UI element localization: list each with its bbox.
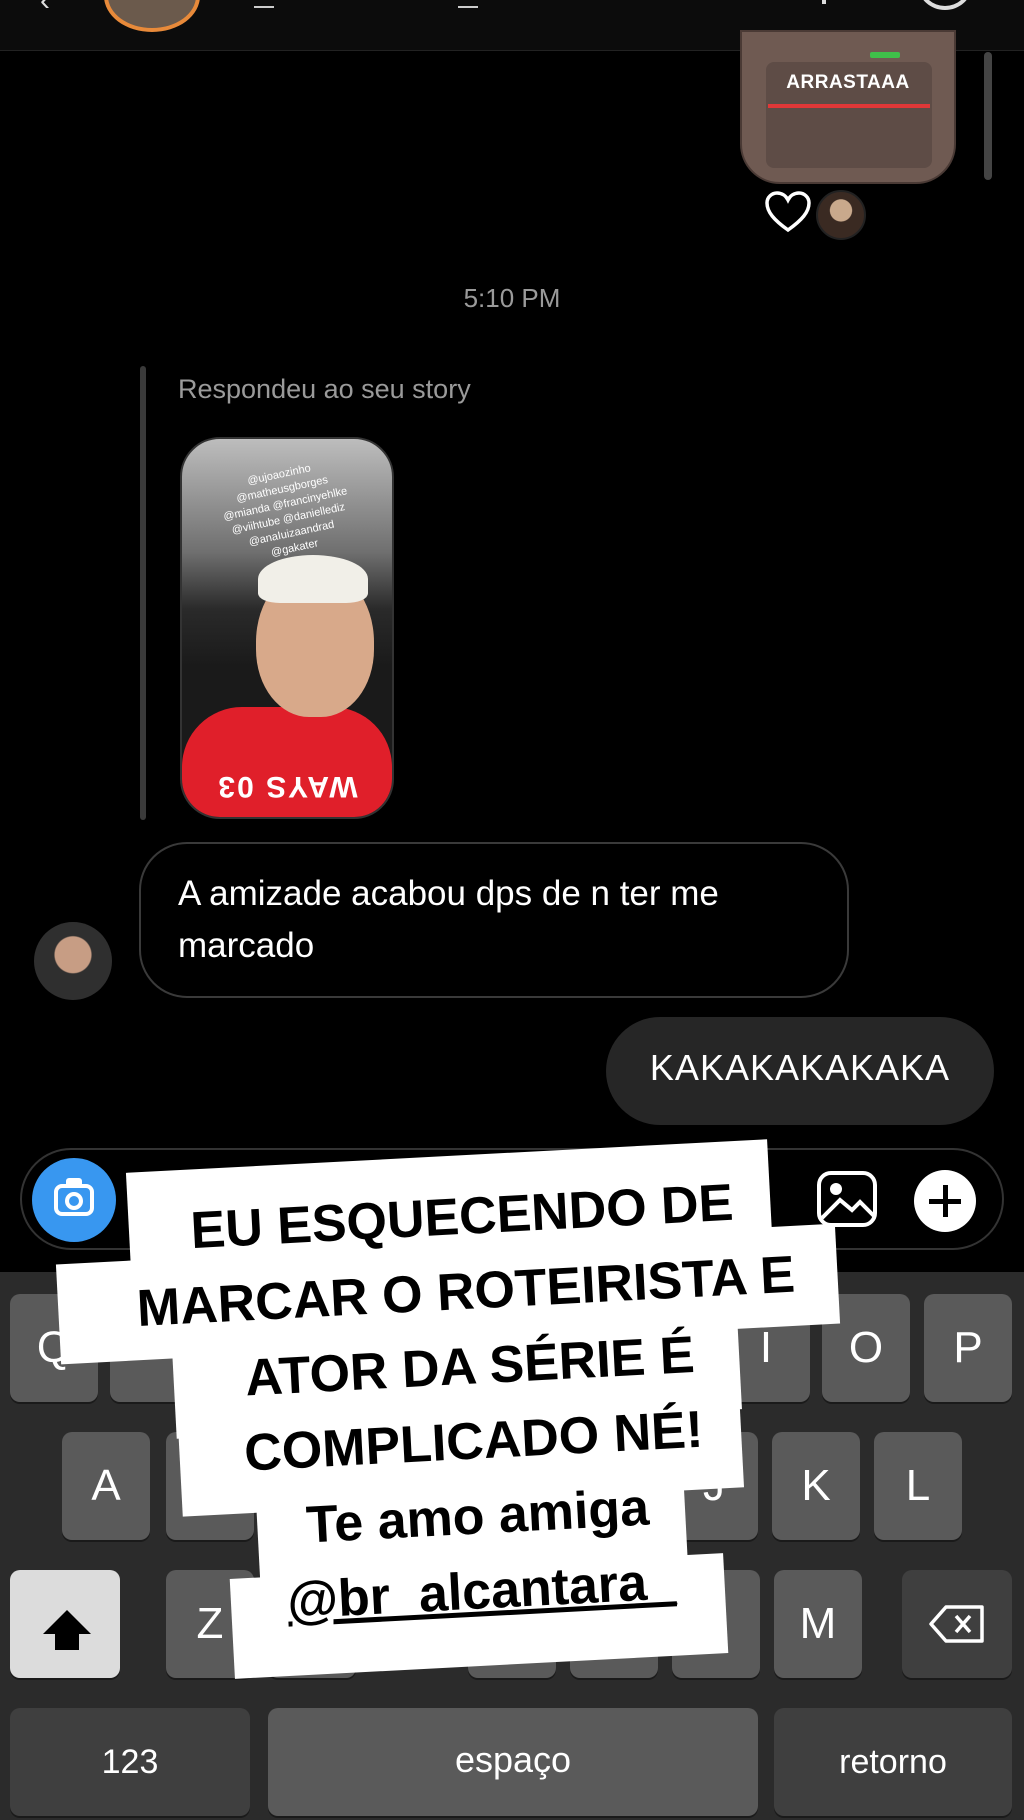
reactor-avatar[interactable] xyxy=(816,190,866,240)
plus-button[interactable] xyxy=(914,1170,976,1232)
story-caption: ARRASTAAA xyxy=(786,72,910,93)
received-message-text: A amizade acabou dps de n ter me marcado xyxy=(178,874,719,965)
header-username-fragment xyxy=(254,6,274,8)
replied-story-thumbnail[interactable]: @ujoaozinho @matheusgborges @mianda @fra… xyxy=(180,437,394,819)
overlay-caption: EU ESQUECENDO DE MARCAR O ROTEIRISTA E A… xyxy=(71,1160,873,1650)
sender-avatar[interactable] xyxy=(34,922,112,1000)
shirt-text: WAYS 03 xyxy=(216,770,358,803)
return-key[interactable]: retorno xyxy=(774,1708,1012,1816)
space-key[interactable]: espaço xyxy=(268,1708,758,1816)
story-underline xyxy=(768,104,930,108)
call-icon[interactable] xyxy=(822,0,826,4)
story-hair xyxy=(258,555,368,603)
heart-icon[interactable] xyxy=(764,190,812,234)
key-l[interactable]: L xyxy=(874,1432,962,1540)
story-sticker-bar xyxy=(870,52,900,58)
header-name-fragment xyxy=(458,6,478,8)
sent-story-preview[interactable]: ARRASTAAA xyxy=(740,30,956,184)
reply-label: Respondeu ao seu story xyxy=(178,374,471,404)
shift-icon xyxy=(43,1610,91,1634)
backspace-icon xyxy=(929,1605,984,1643)
back-icon[interactable]: ‹ xyxy=(40,0,50,18)
key-p[interactable]: P xyxy=(924,1294,1012,1402)
sent-message-text: KAKAKAKAKAKA xyxy=(649,1047,951,1088)
backspace-key[interactable] xyxy=(902,1570,1012,1678)
scrollbar[interactable] xyxy=(984,52,992,180)
reply-indicator-bar xyxy=(140,366,146,820)
numbers-key[interactable]: 123 xyxy=(10,1708,250,1816)
message-timestamp: 5:10 PM xyxy=(463,283,561,313)
